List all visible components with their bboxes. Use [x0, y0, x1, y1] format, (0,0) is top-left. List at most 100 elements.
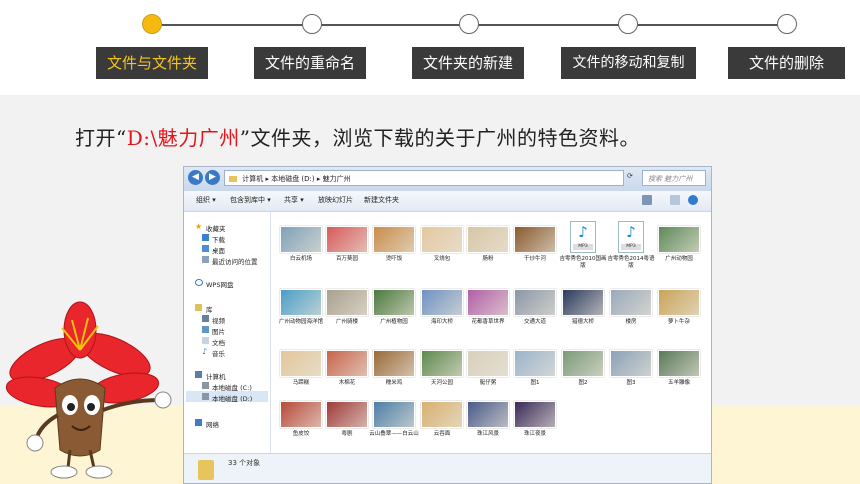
- file-item[interactable]: 鱼皮饺: [276, 401, 326, 438]
- file-item[interactable]: 图1: [510, 350, 560, 387]
- file-item[interactable]: 马蹄糕: [276, 350, 326, 387]
- step-dot-3[interactable]: [459, 14, 479, 34]
- image-thumbnail: [658, 289, 700, 316]
- image-thumbnail: [421, 226, 463, 253]
- step-dot-1[interactable]: [142, 14, 162, 34]
- file-name: 图3: [626, 380, 636, 386]
- image-thumbnail: [373, 350, 415, 377]
- nav-computer[interactable]: 计算机: [206, 371, 226, 381]
- documents-icon: [202, 337, 209, 344]
- nav-recent[interactable]: 最近访问的位置: [212, 256, 258, 266]
- file-item[interactable]: 云山叠翠——白云山: [369, 401, 419, 438]
- image-thumbnail: [467, 289, 509, 316]
- path-segment-folder[interactable]: 魅力广州: [323, 175, 351, 183]
- image-thumbnail: [280, 289, 322, 316]
- file-item[interactable]: 萝卜牛杂: [654, 289, 704, 326]
- nav-downloads[interactable]: 下载: [212, 234, 225, 244]
- file-item[interactable]: 花都香草世界: [463, 289, 513, 326]
- forward-icon[interactable]: ▶: [205, 170, 220, 185]
- mp3-tag: MP3: [621, 244, 641, 250]
- step-tab-files-folders[interactable]: 文件与文件夹: [96, 47, 208, 79]
- file-item[interactable]: 广州动物园海洋馆: [276, 289, 326, 326]
- include-library-menu[interactable]: 包含到库中 ▾: [230, 195, 271, 205]
- file-item[interactable]: ♪ MP3 吉零秀色2014粤语版: [606, 221, 656, 270]
- step-tab-new-folder[interactable]: 文件夹的新建: [412, 47, 524, 79]
- file-item[interactable]: ♪ MP3 吉零秀色2010国画版: [558, 221, 608, 270]
- help-icon[interactable]: [688, 195, 698, 205]
- image-thumbnail: [326, 289, 368, 316]
- step-tab-delete[interactable]: 文件的删除: [728, 47, 845, 79]
- image-thumbnail: [280, 226, 322, 253]
- file-item[interactable]: 珠江风景: [463, 401, 513, 438]
- step-tab-rename[interactable]: 文件的重命名: [254, 47, 366, 79]
- path-segment-computer[interactable]: 计算机: [242, 175, 263, 183]
- file-item[interactable]: 干炒牛河: [510, 226, 560, 263]
- step-tab-move-copy[interactable]: 文件的移动和复制: [561, 47, 696, 79]
- file-item[interactable]: 叉烧包: [417, 226, 467, 263]
- share-menu[interactable]: 共享 ▾: [284, 195, 304, 205]
- file-item[interactable]: 楼房: [606, 289, 656, 326]
- nav-network[interactable]: 网络: [206, 419, 219, 429]
- file-item[interactable]: 猎德大桥: [558, 289, 608, 326]
- nav-music[interactable]: 音乐: [212, 348, 225, 358]
- file-item[interactable]: 糯米鸡: [369, 350, 419, 387]
- preview-pane-icon[interactable]: [670, 195, 680, 205]
- file-name: 天河公园: [430, 380, 453, 386]
- image-thumbnail: [280, 350, 322, 377]
- nav-pictures[interactable]: 图片: [212, 326, 225, 336]
- file-item[interactable]: 肠粉: [463, 226, 513, 263]
- instruction-path: D:\魅力广州: [126, 126, 240, 150]
- path-segment-drive[interactable]: 本地磁盘 (D:): [271, 175, 314, 183]
- nav-wps-drive[interactable]: WPS网盘: [206, 279, 233, 289]
- folder-icon: [198, 460, 214, 480]
- file-item[interactable]: 广州骑楼: [322, 289, 372, 326]
- image-thumbnail: [658, 350, 700, 377]
- back-icon[interactable]: ◀: [188, 170, 203, 185]
- nav-favorites[interactable]: 收藏夹: [206, 223, 226, 233]
- file-item[interactable]: 天河公园: [417, 350, 467, 387]
- file-item[interactable]: 图2: [558, 350, 608, 387]
- file-item[interactable]: 交通大道: [510, 289, 560, 326]
- image-thumbnail: [514, 226, 556, 253]
- new-folder-button[interactable]: 新建文件夹: [364, 195, 399, 205]
- file-item[interactable]: 图3: [606, 350, 656, 387]
- file-item[interactable]: 广州植物园: [369, 289, 419, 326]
- file-item[interactable]: 白云机场: [276, 226, 326, 263]
- file-item[interactable]: 海印大桥: [417, 289, 467, 326]
- file-item[interactable]: 艇仔粥: [463, 350, 513, 387]
- nav-documents[interactable]: 文档: [212, 337, 225, 347]
- step-dot-2[interactable]: [302, 14, 322, 34]
- file-item[interactable]: 粤剧: [322, 401, 372, 438]
- file-item[interactable]: 广州动物园: [654, 226, 704, 263]
- slideshow-button[interactable]: 放映幻灯片: [318, 195, 353, 205]
- file-name: 花都香草世界: [471, 319, 505, 325]
- file-name: 鱼皮饺: [292, 431, 310, 437]
- nav-desktop[interactable]: 桌面: [212, 245, 225, 255]
- step-dot-5[interactable]: [777, 14, 797, 34]
- file-item[interactable]: 百万葵园: [322, 226, 372, 263]
- file-item[interactable]: 珠江夜景: [510, 401, 560, 438]
- step-dot-4[interactable]: [618, 14, 638, 34]
- file-item[interactable]: 木棉花: [322, 350, 372, 387]
- organize-menu[interactable]: 组织 ▾: [196, 195, 216, 205]
- search-input[interactable]: 搜索 魅力广州: [642, 170, 706, 186]
- file-name: 烫吓饭: [385, 256, 403, 262]
- nav-libraries[interactable]: 库: [206, 304, 213, 314]
- instruction-suffix: ”文件夹，浏览下载的关于广州的特色资料。: [239, 126, 640, 150]
- file-item[interactable]: 烫吓饭: [369, 226, 419, 263]
- refresh-icon[interactable]: ⟳: [627, 172, 633, 180]
- nav-videos[interactable]: 视频: [212, 315, 225, 325]
- view-options-icon[interactable]: [642, 195, 652, 205]
- nav-drive-d[interactable]: 本地磁盘 (D:): [212, 393, 252, 403]
- file-name: 艇仔粥: [479, 380, 497, 386]
- file-item[interactable]: 五羊雕像: [654, 350, 704, 387]
- address-path[interactable]: 计算机 ▸ 本地磁盘 (D:) ▸ 魅力广州: [224, 170, 624, 186]
- music-note-icon: ♪: [578, 223, 588, 241]
- image-thumbnail: [467, 401, 509, 428]
- music-icon: ♪: [202, 347, 208, 356]
- status-bar: 33 个对象: [184, 453, 711, 483]
- image-thumbnail: [610, 350, 652, 377]
- star-icon: ★: [195, 222, 203, 231]
- file-item[interactable]: 云吞面: [417, 401, 467, 438]
- file-name: 图1: [530, 380, 540, 386]
